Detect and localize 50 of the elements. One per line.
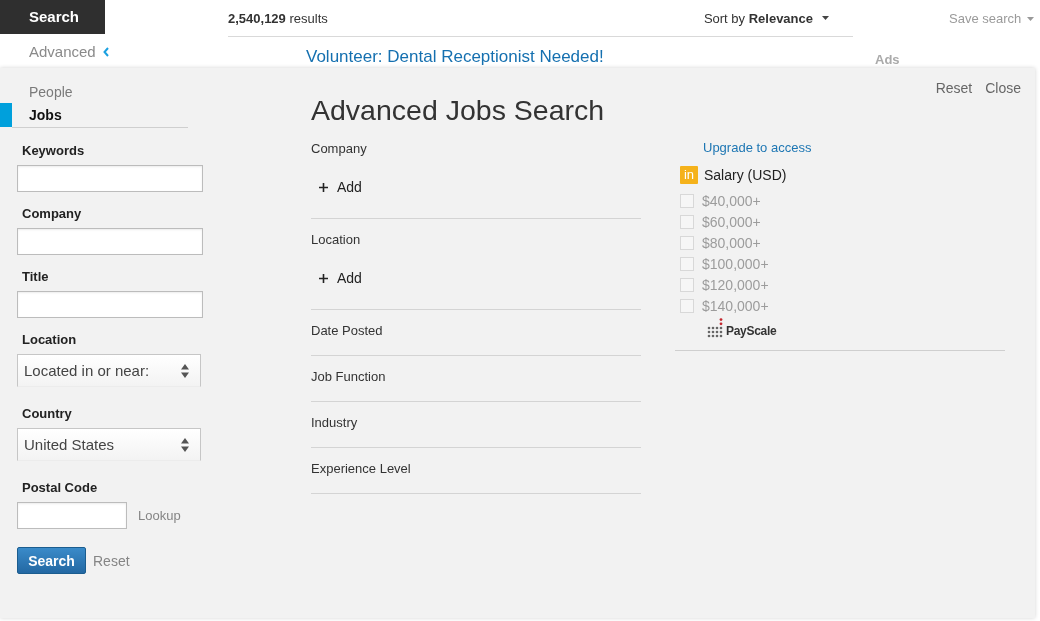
reset-link[interactable]: Reset bbox=[935, 80, 973, 97]
sort-dropdown[interactable]: Sort by Relevance bbox=[703, 10, 829, 26]
caret-icon bbox=[822, 16, 829, 20]
panel-title: Advanced Jobs Search bbox=[311, 93, 605, 128]
option-label: $80,000+ bbox=[702, 234, 761, 251]
select-field[interactable]: Located in or near: bbox=[17, 354, 201, 387]
search-type-tab[interactable]: Jobs bbox=[0, 103, 188, 127]
advanced-link[interactable]: Advanced bbox=[29, 43, 109, 61]
filter-heading[interactable]: Date Posted bbox=[311, 323, 383, 339]
field-label: Postal Code bbox=[21, 480, 98, 496]
plus-icon bbox=[319, 182, 328, 192]
field-label: Location bbox=[21, 332, 77, 348]
upgrade-link[interactable]: Upgrade to access bbox=[675, 140, 812, 156]
add-button[interactable]: Add bbox=[311, 177, 362, 197]
salary-heading: Salary (USD) bbox=[704, 167, 787, 183]
field-label: Country bbox=[21, 406, 72, 422]
search-type-tab[interactable]: People bbox=[0, 81, 188, 103]
ads-heading: Ads bbox=[875, 52, 900, 67]
search-button[interactable]: Search bbox=[17, 547, 86, 574]
plus-icon bbox=[319, 273, 328, 283]
job-title-link[interactable]: Volunteer: Dental Receptionist Needed! bbox=[306, 47, 604, 67]
option-label: $120,000+ bbox=[702, 276, 769, 293]
chevron-icon bbox=[102, 47, 109, 57]
dot-grid-icon bbox=[707, 318, 723, 338]
text-field[interactable] bbox=[17, 291, 203, 318]
close-link[interactable]: Close bbox=[985, 80, 1021, 97]
add-button[interactable]: Add bbox=[311, 268, 362, 288]
premium-badge: in bbox=[680, 166, 698, 184]
filter-heading[interactable]: Industry bbox=[311, 415, 358, 431]
text-field[interactable] bbox=[17, 228, 203, 255]
field-label: Company bbox=[21, 206, 82, 222]
filter-heading[interactable]: Experience Level bbox=[311, 461, 411, 477]
option-label: $100,000+ bbox=[702, 255, 769, 272]
up-down-arrows-icon bbox=[181, 363, 189, 378]
postal-code-field[interactable] bbox=[17, 502, 127, 529]
option-label: $140,000+ bbox=[702, 297, 769, 314]
caret-icon bbox=[1027, 17, 1035, 21]
option-label: $60,000+ bbox=[702, 213, 761, 230]
search-tab[interactable]: Search bbox=[0, 0, 105, 34]
select-field[interactable]: United States bbox=[17, 428, 201, 461]
up-down-arrows-icon bbox=[181, 437, 189, 452]
option-label: $40,000+ bbox=[702, 192, 761, 209]
filter-heading[interactable]: Job Function bbox=[311, 369, 386, 385]
field-label: Title bbox=[21, 269, 49, 285]
field-label: Keywords bbox=[21, 143, 85, 159]
filter-heading: Location bbox=[311, 232, 361, 248]
results-count: 2,540,129 results bbox=[228, 10, 328, 26]
text-field[interactable] bbox=[17, 165, 203, 192]
filter-heading: Company bbox=[311, 141, 367, 157]
provider-name: PayScale bbox=[726, 324, 777, 338]
